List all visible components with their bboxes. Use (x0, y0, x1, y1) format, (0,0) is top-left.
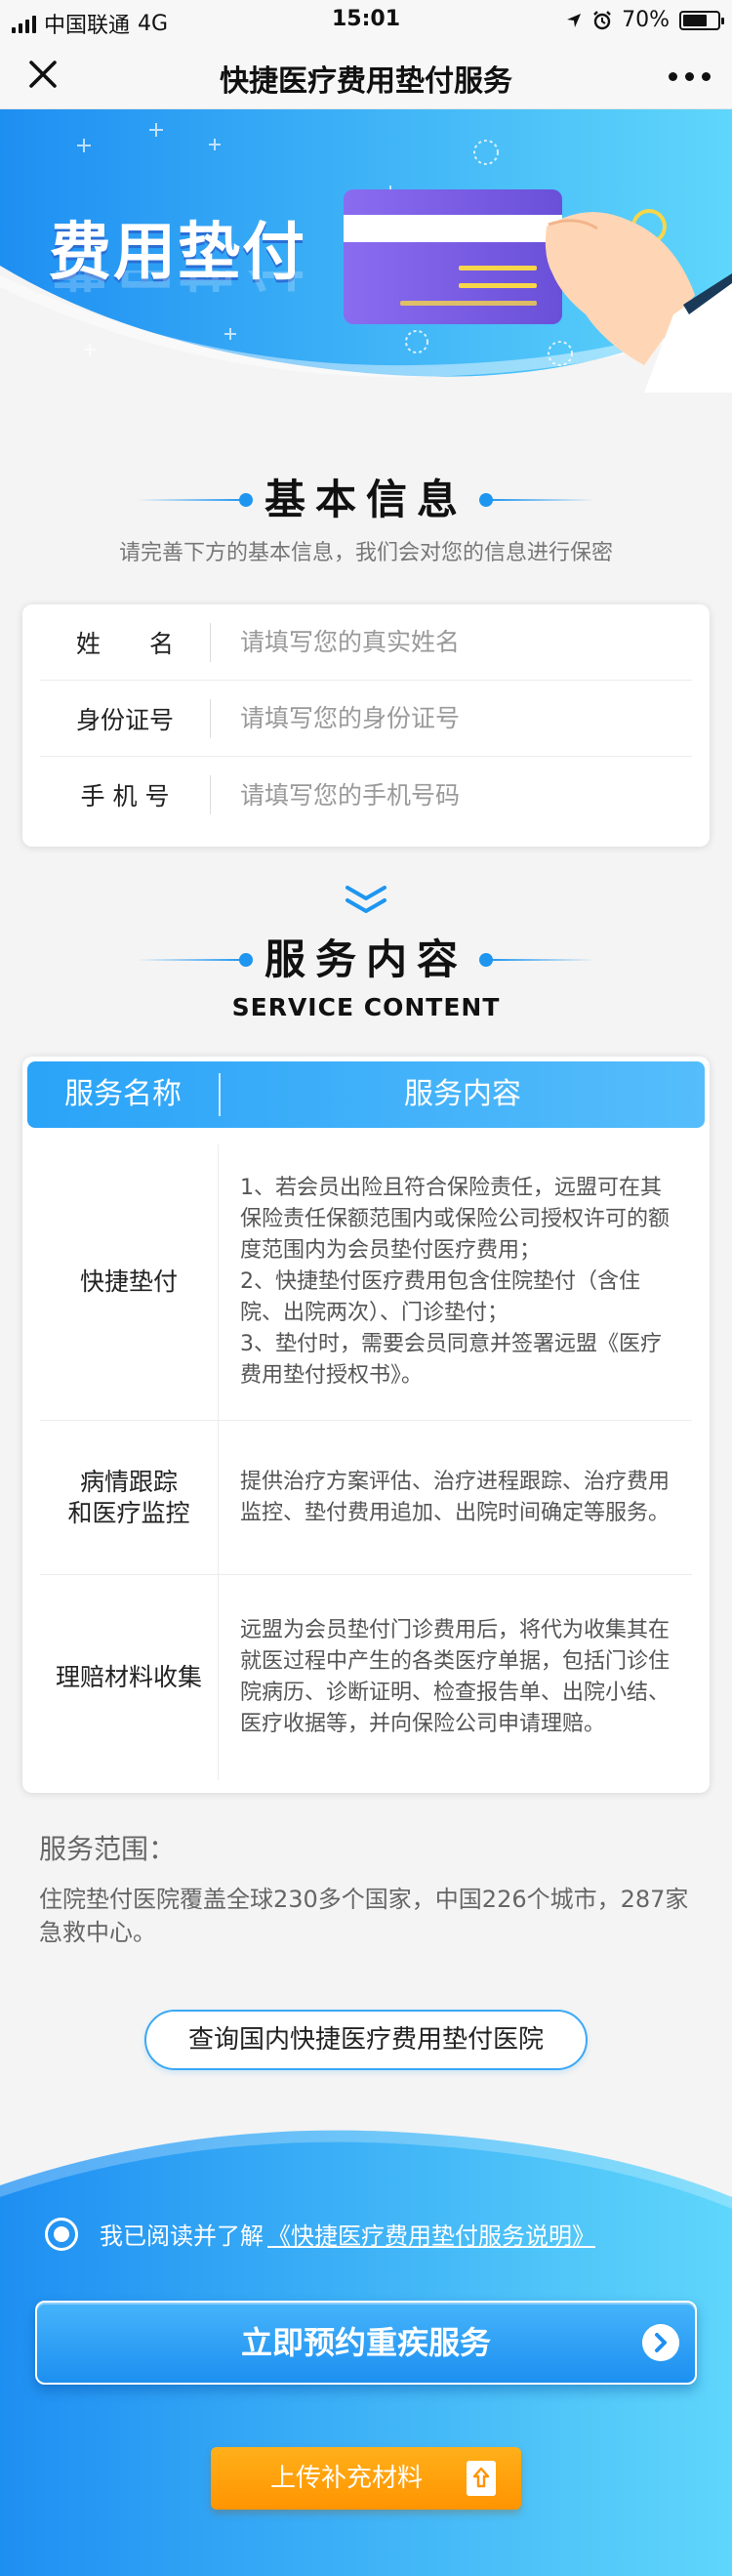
service-content-cell: 提供治疗方案评估、治疗进程跟踪、治疗费用监控、垫付费用追加、出院时间确定等服务。 (240, 1421, 682, 1574)
name-label: 姓 名 (75, 629, 174, 658)
book-service-label: 立即预约重疾服务 (240, 2324, 491, 2361)
chevron-right-icon (642, 2324, 679, 2361)
page-title: 快捷医疗费用垫付服务 (220, 64, 512, 99)
id-number-input[interactable] (211, 704, 692, 732)
more-icon[interactable] (669, 72, 711, 81)
service-name-cell: 理赔材料收集 (40, 1575, 219, 1780)
table-row: 理赔材料收集 远盟为会员垫付门诊费用后，将代为收集其在就医过程中产生的各类医疗单… (40, 1575, 692, 1780)
content-line: 远盟为会员垫付门诊费用后，将代为收集其在就医过程中产生的各类医疗单据，包括门诊住… (240, 1618, 671, 1736)
alarm-icon (593, 10, 611, 29)
basic-info-header: 基本信息 请完善下方的基本信息，我们会对您的信息进行保密 (0, 473, 732, 566)
id-number-label: 身份证号 (75, 705, 174, 734)
scope-text: 住院垫付医院覆盖全球230多个国家，中国226个城市，287家急救中心。 (39, 1886, 689, 1946)
banner-title-reflection: 费用垫付 (49, 270, 306, 310)
nav-bar: 快捷医疗费用垫付服务 (0, 39, 732, 109)
header-service-name: 服务名称 (64, 1077, 182, 1111)
name-row: 姓 名 (40, 604, 692, 681)
agreement-text: 我已阅读并了解 (100, 2223, 264, 2250)
double-chevron-down-icon (346, 886, 386, 913)
service-name-line: 病情跟踪 (79, 1467, 178, 1496)
content-line: 3、垫付时，需要会员同意并签署远盟《医疗费用垫付授权书》。 (240, 1332, 662, 1388)
service-content-cell: 1、若会员出险且符合保险责任，远盟可在其保险责任保额范围内或保险公司授权许可的额… (240, 1144, 682, 1420)
basic-info-title: 基本信息 (264, 476, 468, 523)
phone-input[interactable] (211, 780, 692, 810)
service-table: 服务名称 服务内容 快捷垫付 1、若会员出险且符合保险责任，远盟可在其保险责任保… (22, 1057, 710, 1793)
basic-info-subtitle: 请完善下方的基本信息，我们会对您的信息进行保密 (118, 541, 613, 565)
location-arrow-icon (567, 13, 582, 27)
banner: 费用垫付 费用垫付 (0, 109, 732, 393)
upload-materials-label: 上传补充材料 (269, 2464, 423, 2493)
content-line: 提供治疗方案评估、治疗进程跟踪、治疗费用监控、垫付费用追加、出院时间确定等服务。 (240, 1469, 671, 1525)
battery-percent: 70% (622, 8, 670, 32)
table-row: 快捷垫付 1、若会员出险且符合保险责任，远盟可在其保险责任保额范围内或保险公司授… (40, 1144, 692, 1421)
status-bar: 中国联通 4G 15:01 70% (0, 0, 732, 39)
phone-label: 手 机 号 (80, 782, 170, 810)
header-service-content: 服务内容 (404, 1077, 521, 1111)
service-table-header: 服务名称 服务内容 (27, 1061, 705, 1128)
service-name-line: 和医疗监控 (67, 1498, 190, 1527)
service-name-cell: 病情跟踪 和医疗监控 (40, 1421, 219, 1574)
agreement-row: 我已阅读并了解 《快捷医疗费用垫付服务说明》 (45, 2217, 595, 2251)
service-title: 服务内容 (264, 935, 468, 983)
content-line: 1、若会员出险且符合保险责任，远盟可在其保险责任保额范围内或保险公司授权许可的额… (240, 1176, 671, 1263)
service-subtitle-en: SERVICE CONTENT (231, 993, 501, 1021)
agreement-link[interactable]: 《快捷医疗费用垫付服务说明》 (267, 2217, 595, 2251)
book-service-button[interactable]: 立即预约重疾服务 (35, 2301, 697, 2385)
agree-radio[interactable] (45, 2217, 78, 2251)
upload-materials-button[interactable]: 上传补充材料 (211, 2447, 521, 2510)
query-hospitals-button[interactable]: 查询国内快捷医疗费用垫付医院 (144, 2010, 588, 2070)
service-header: 服务内容 SERVICE CONTENT (0, 933, 732, 1021)
scope-title: 服务范围： (39, 1833, 177, 1865)
basic-info-form: 姓 名 身份证号 手 机 号 (22, 604, 710, 847)
service-name-cell: 快捷垫付 (40, 1144, 219, 1420)
status-right: 70% (565, 8, 724, 32)
upload-icon (467, 2461, 496, 2496)
service-content-cell: 远盟为会员垫付门诊费用后，将代为收集其在就医过程中产生的各类医疗单据，包括门诊住… (240, 1575, 682, 1780)
content-line: 2、快捷垫付医疗费用包含住院垫付（含住院、出院两次）、门诊垫付； (240, 1269, 640, 1325)
battery-icon (679, 10, 724, 30)
table-row: 病情跟踪 和医疗监控 提供治疗方案评估、治疗进程跟踪、治疗费用监控、垫付费用追加、… (40, 1421, 692, 1575)
id-number-row: 身份证号 (40, 681, 692, 757)
name-input[interactable] (211, 628, 692, 656)
phone-row: 手 机 号 (40, 757, 692, 833)
